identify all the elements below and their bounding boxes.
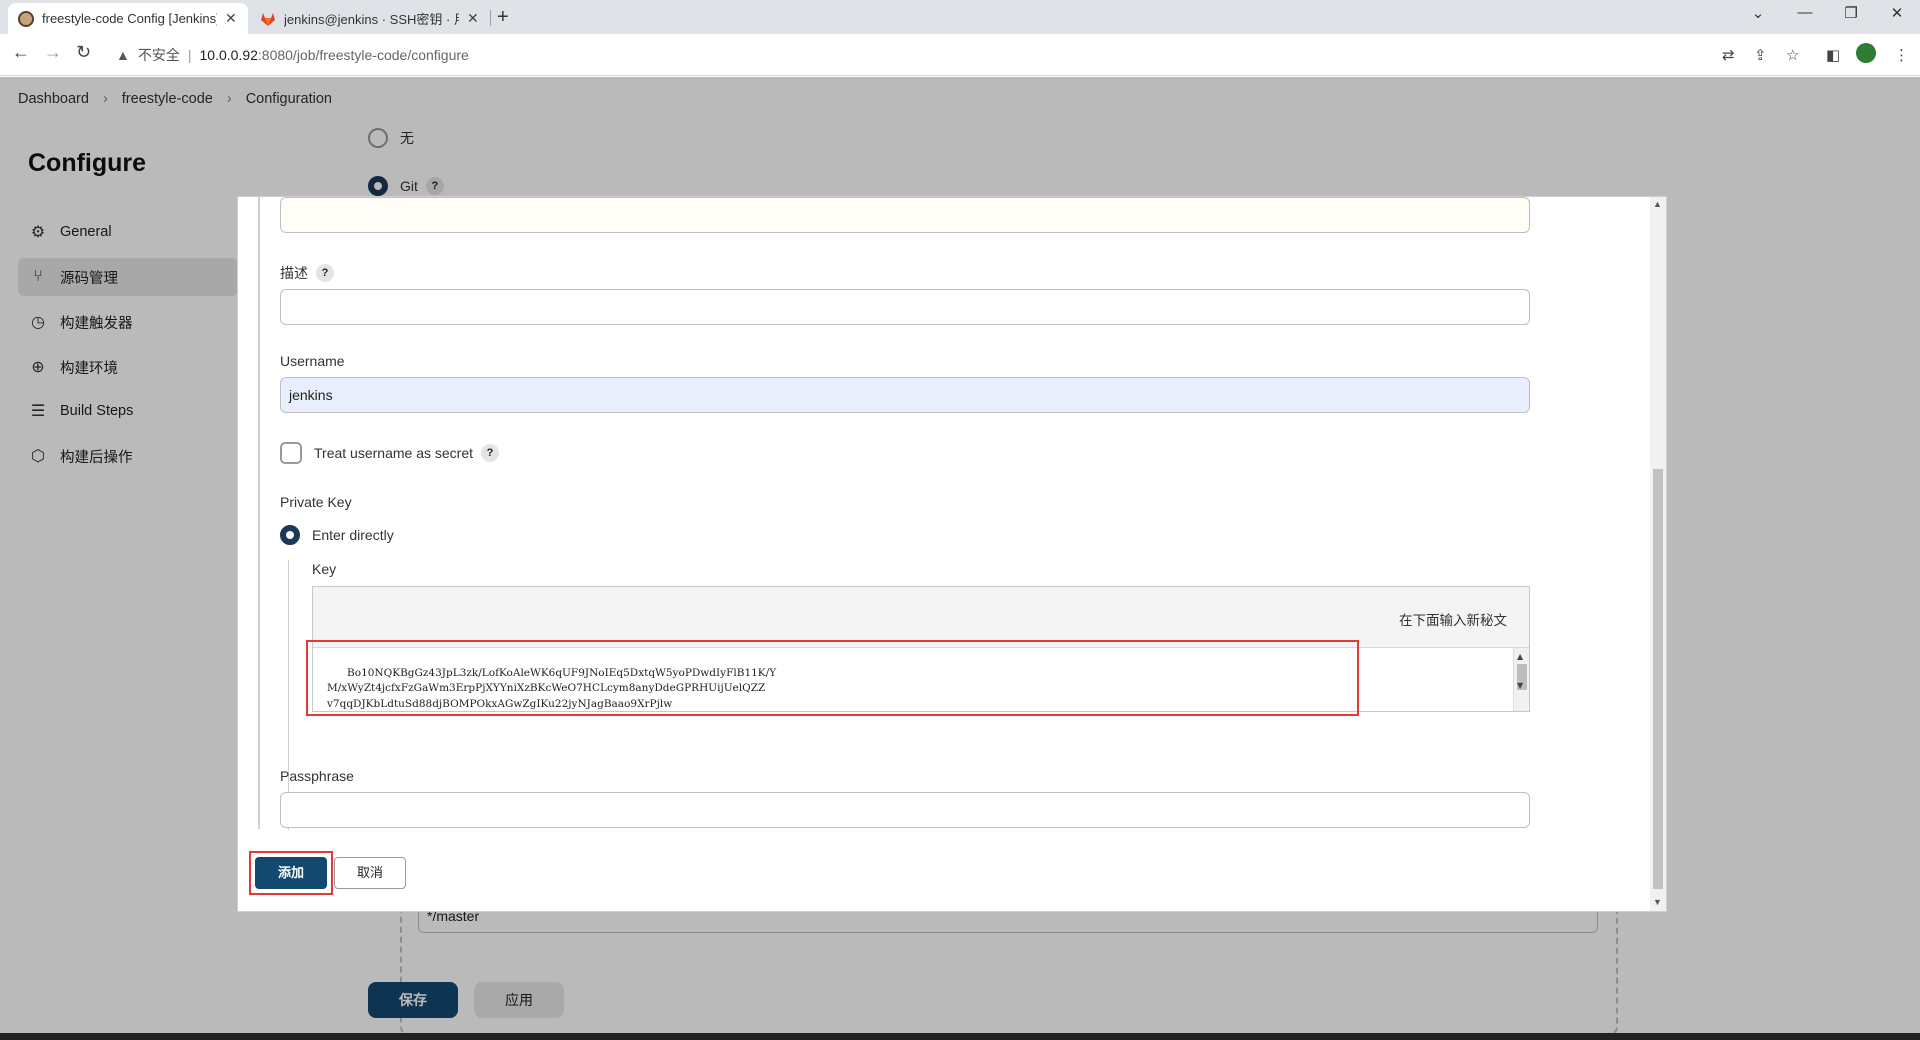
private-key-label: Private Key bbox=[280, 494, 352, 510]
treat-username-secret[interactable]: Treat username as secret ? bbox=[280, 442, 499, 464]
close-icon[interactable]: ✕ bbox=[225, 10, 237, 27]
reload-button[interactable]: ↻ bbox=[76, 42, 91, 63]
help-icon[interactable]: ? bbox=[316, 264, 334, 282]
enter-directly-label: Enter directly bbox=[312, 527, 394, 543]
passphrase-input[interactable] bbox=[280, 792, 1530, 828]
browser-tab-jenkins-config[interactable]: freestyle-code Config [Jenkins] ✕ bbox=[8, 3, 248, 34]
url-text: 10.0.0.92:8080/job/freestyle-code/config… bbox=[200, 47, 469, 63]
key-highlight-box bbox=[306, 640, 1359, 716]
id-input[interactable] bbox=[280, 197, 1530, 233]
tab-title: jenkins@jenkins · SSH密钥 · 用户 bbox=[284, 12, 459, 27]
key-label: Key bbox=[312, 561, 337, 577]
back-button[interactable]: ← bbox=[12, 42, 30, 63]
forward-button[interactable]: → bbox=[44, 42, 62, 63]
help-icon[interactable]: ? bbox=[481, 444, 499, 462]
jenkins-icon bbox=[18, 10, 34, 27]
browser-tab-gitlab[interactable]: jenkins@jenkins · SSH密钥 · 用户 ✕ bbox=[250, 3, 490, 34]
tab-search-icon[interactable]: ⌄ bbox=[1735, 4, 1781, 22]
url-host: 10.0.0.92 bbox=[199, 47, 258, 63]
url-path: :8080/job/freestyle-code/configure bbox=[257, 47, 469, 63]
gitlab-icon bbox=[261, 12, 275, 26]
description-input[interactable] bbox=[280, 289, 1530, 325]
scroll-down-icon[interactable]: ▼ bbox=[1653, 897, 1662, 907]
close-icon[interactable]: ✕ bbox=[467, 10, 479, 27]
address-bar[interactable]: ▲ 不安全 | 10.0.0.92:8080/job/freestyle-cod… bbox=[106, 39, 1726, 71]
window-close-button[interactable]: ✕ bbox=[1874, 4, 1920, 22]
key-hint: 在下面输入新秘文 bbox=[1399, 613, 1507, 628]
description-label: 描述 ? bbox=[280, 263, 334, 283]
cancel-button[interactable]: 取消 bbox=[334, 857, 406, 889]
browser-tabbar: freestyle-code Config [Jenkins] ✕ jenkin… bbox=[0, 0, 1920, 34]
address-separator: | bbox=[187, 47, 192, 63]
taskbar bbox=[0, 1033, 1920, 1040]
scroll-thumb[interactable] bbox=[1653, 469, 1663, 889]
description-label-text: 描述 bbox=[280, 265, 308, 281]
scroll-up-icon[interactable]: ▲ bbox=[1517, 649, 1523, 665]
insecure-label: 不安全 bbox=[137, 47, 180, 63]
scroll-up-icon[interactable]: ▲ bbox=[1653, 199, 1662, 209]
restore-button[interactable]: ❐ bbox=[1828, 4, 1874, 22]
treat-secret-checkbox[interactable] bbox=[280, 442, 302, 464]
menu-icon[interactable]: ⋮ bbox=[1894, 46, 1909, 64]
translate-icon[interactable]: ⇄ bbox=[1722, 46, 1735, 64]
textarea-scrollbar[interactable]: ▲ ▼ bbox=[1513, 648, 1529, 711]
section-line bbox=[258, 197, 260, 829]
treat-secret-label: Treat username as secret bbox=[314, 445, 473, 461]
minimize-button[interactable]: — bbox=[1782, 4, 1828, 21]
new-tab-button[interactable]: + bbox=[497, 6, 509, 29]
enter-directly-option[interactable]: Enter directly bbox=[280, 525, 394, 545]
add-button[interactable]: 添加 bbox=[255, 857, 327, 889]
star-icon[interactable]: ☆ bbox=[1786, 46, 1799, 64]
scroll-down-icon[interactable]: ▼ bbox=[1517, 678, 1523, 694]
dialog-scrollbar[interactable]: ▲ ▼ bbox=[1650, 197, 1666, 911]
sidepanel-icon[interactable]: ◧ bbox=[1826, 46, 1840, 64]
username-label: Username bbox=[280, 353, 345, 369]
profile-avatar[interactable] bbox=[1856, 43, 1876, 63]
radio-button[interactable] bbox=[280, 525, 300, 545]
username-input[interactable]: jenkins bbox=[280, 377, 1530, 413]
passphrase-label: Passphrase bbox=[280, 768, 354, 784]
add-credentials-dialog: 描述 ? Username jenkins Treat username as … bbox=[237, 196, 1667, 912]
key-section-line bbox=[288, 560, 289, 830]
browser-toolbar: ← → ↻ ▲ 不安全 | 10.0.0.92:8080/job/freesty… bbox=[0, 34, 1920, 76]
tab-title: freestyle-code Config [Jenkins] bbox=[42, 11, 217, 26]
tab-divider bbox=[490, 10, 491, 26]
share-icon[interactable]: ⇪ bbox=[1754, 46, 1767, 64]
warning-icon[interactable]: ▲ bbox=[116, 47, 130, 63]
